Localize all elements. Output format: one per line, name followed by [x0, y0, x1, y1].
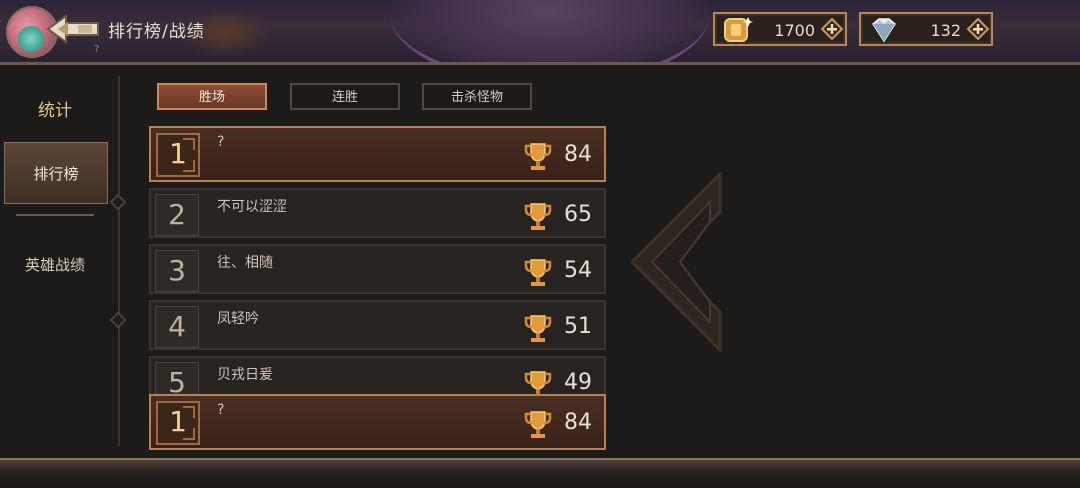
leaderboard-row[interactable]: 2 不可以涩涩 65	[149, 188, 606, 238]
page-subtitle: ?	[94, 44, 100, 55]
gold-counter: 1700	[713, 12, 847, 46]
player-score: 84	[564, 142, 592, 167]
rank-badge: 3	[155, 250, 199, 292]
trophy-icon	[524, 315, 552, 342]
trophy-icon	[524, 371, 552, 396]
add-gold-icon[interactable]	[821, 18, 843, 40]
back-button[interactable]	[44, 12, 102, 46]
tab-monster-kills[interactable]: 击杀怪物	[422, 83, 532, 110]
page-title: 排行榜/战绩	[108, 22, 205, 42]
player-score: 84	[564, 410, 592, 435]
leaderboard-row[interactable]: 4 凤轻吟 51	[149, 300, 606, 350]
rank-badge: 1	[156, 401, 200, 445]
sidebar-item-stats[interactable]: 统计	[0, 96, 110, 121]
sidebar-item-hero-record[interactable]: 英雄战绩	[0, 254, 110, 275]
sidebar-divider	[16, 214, 94, 216]
decorative-chevron-icon	[630, 172, 722, 352]
rank-number: 2	[168, 198, 186, 231]
player-score: 65	[564, 202, 592, 227]
top-background-art	[390, 0, 710, 62]
leaderboard-row[interactable]: 3 往、相随 54	[149, 244, 606, 294]
rank-corner-ornament	[183, 138, 195, 150]
player-name: 贝戎日爰	[217, 367, 273, 383]
player-score: 54	[564, 258, 592, 283]
tab-win-streak[interactable]: 连胜	[290, 83, 400, 110]
rank-number: 3	[168, 254, 186, 287]
player-name: 不可以涩涩	[217, 199, 287, 215]
trophy-icon	[524, 143, 552, 170]
rank-number: 5	[168, 366, 186, 396]
player-name: ?	[217, 402, 225, 418]
gold-coin-icon	[724, 17, 753, 42]
bottom-frame	[0, 458, 1080, 488]
rank-corner-ornament	[183, 428, 195, 440]
player-score: 51	[564, 314, 592, 339]
sidebar-rail	[118, 76, 120, 446]
sidebar-item-leaderboard[interactable]: 排行榜	[4, 142, 108, 204]
player-name: 往、相随	[217, 255, 273, 271]
rank-badge: 2	[155, 194, 199, 236]
leaderboard-row[interactable]: 5 贝戎日爰 49	[149, 356, 606, 396]
leaderboard-list[interactable]: 1 ? 84 2 不可以涩涩 65 3 往、相随 54 4 凤轻吟 51 5 贝…	[149, 126, 606, 396]
player-name: 凤轻吟	[217, 311, 259, 327]
rank-badge: 1	[156, 133, 200, 177]
rank-corner-ornament	[183, 406, 195, 418]
player-name: ?	[217, 134, 225, 150]
trophy-icon	[524, 259, 552, 286]
add-gem-icon[interactable]	[967, 18, 989, 40]
gem-counter: 132	[859, 12, 993, 46]
rank-corner-ornament	[183, 160, 195, 172]
rank-number: 4	[168, 310, 186, 343]
leaderboard-row[interactable]: 1 ? 84	[149, 126, 606, 182]
trophy-icon	[524, 411, 552, 438]
back-arrow-icon	[46, 14, 99, 44]
tab-wins[interactable]: 胜场	[157, 83, 267, 110]
rank-badge: 4	[155, 306, 199, 348]
player-score: 49	[564, 370, 592, 395]
my-rank-row[interactable]: 1 ? 84	[149, 394, 606, 450]
gem-value: 132	[930, 21, 961, 40]
diamond-icon	[872, 18, 896, 43]
avatar-hair	[18, 26, 44, 52]
rank-badge: 5	[155, 362, 199, 396]
gold-value: 1700	[774, 21, 815, 40]
trophy-icon	[524, 203, 552, 230]
top-bar: 排行榜/战绩 ? 1700 132	[0, 0, 1080, 62]
